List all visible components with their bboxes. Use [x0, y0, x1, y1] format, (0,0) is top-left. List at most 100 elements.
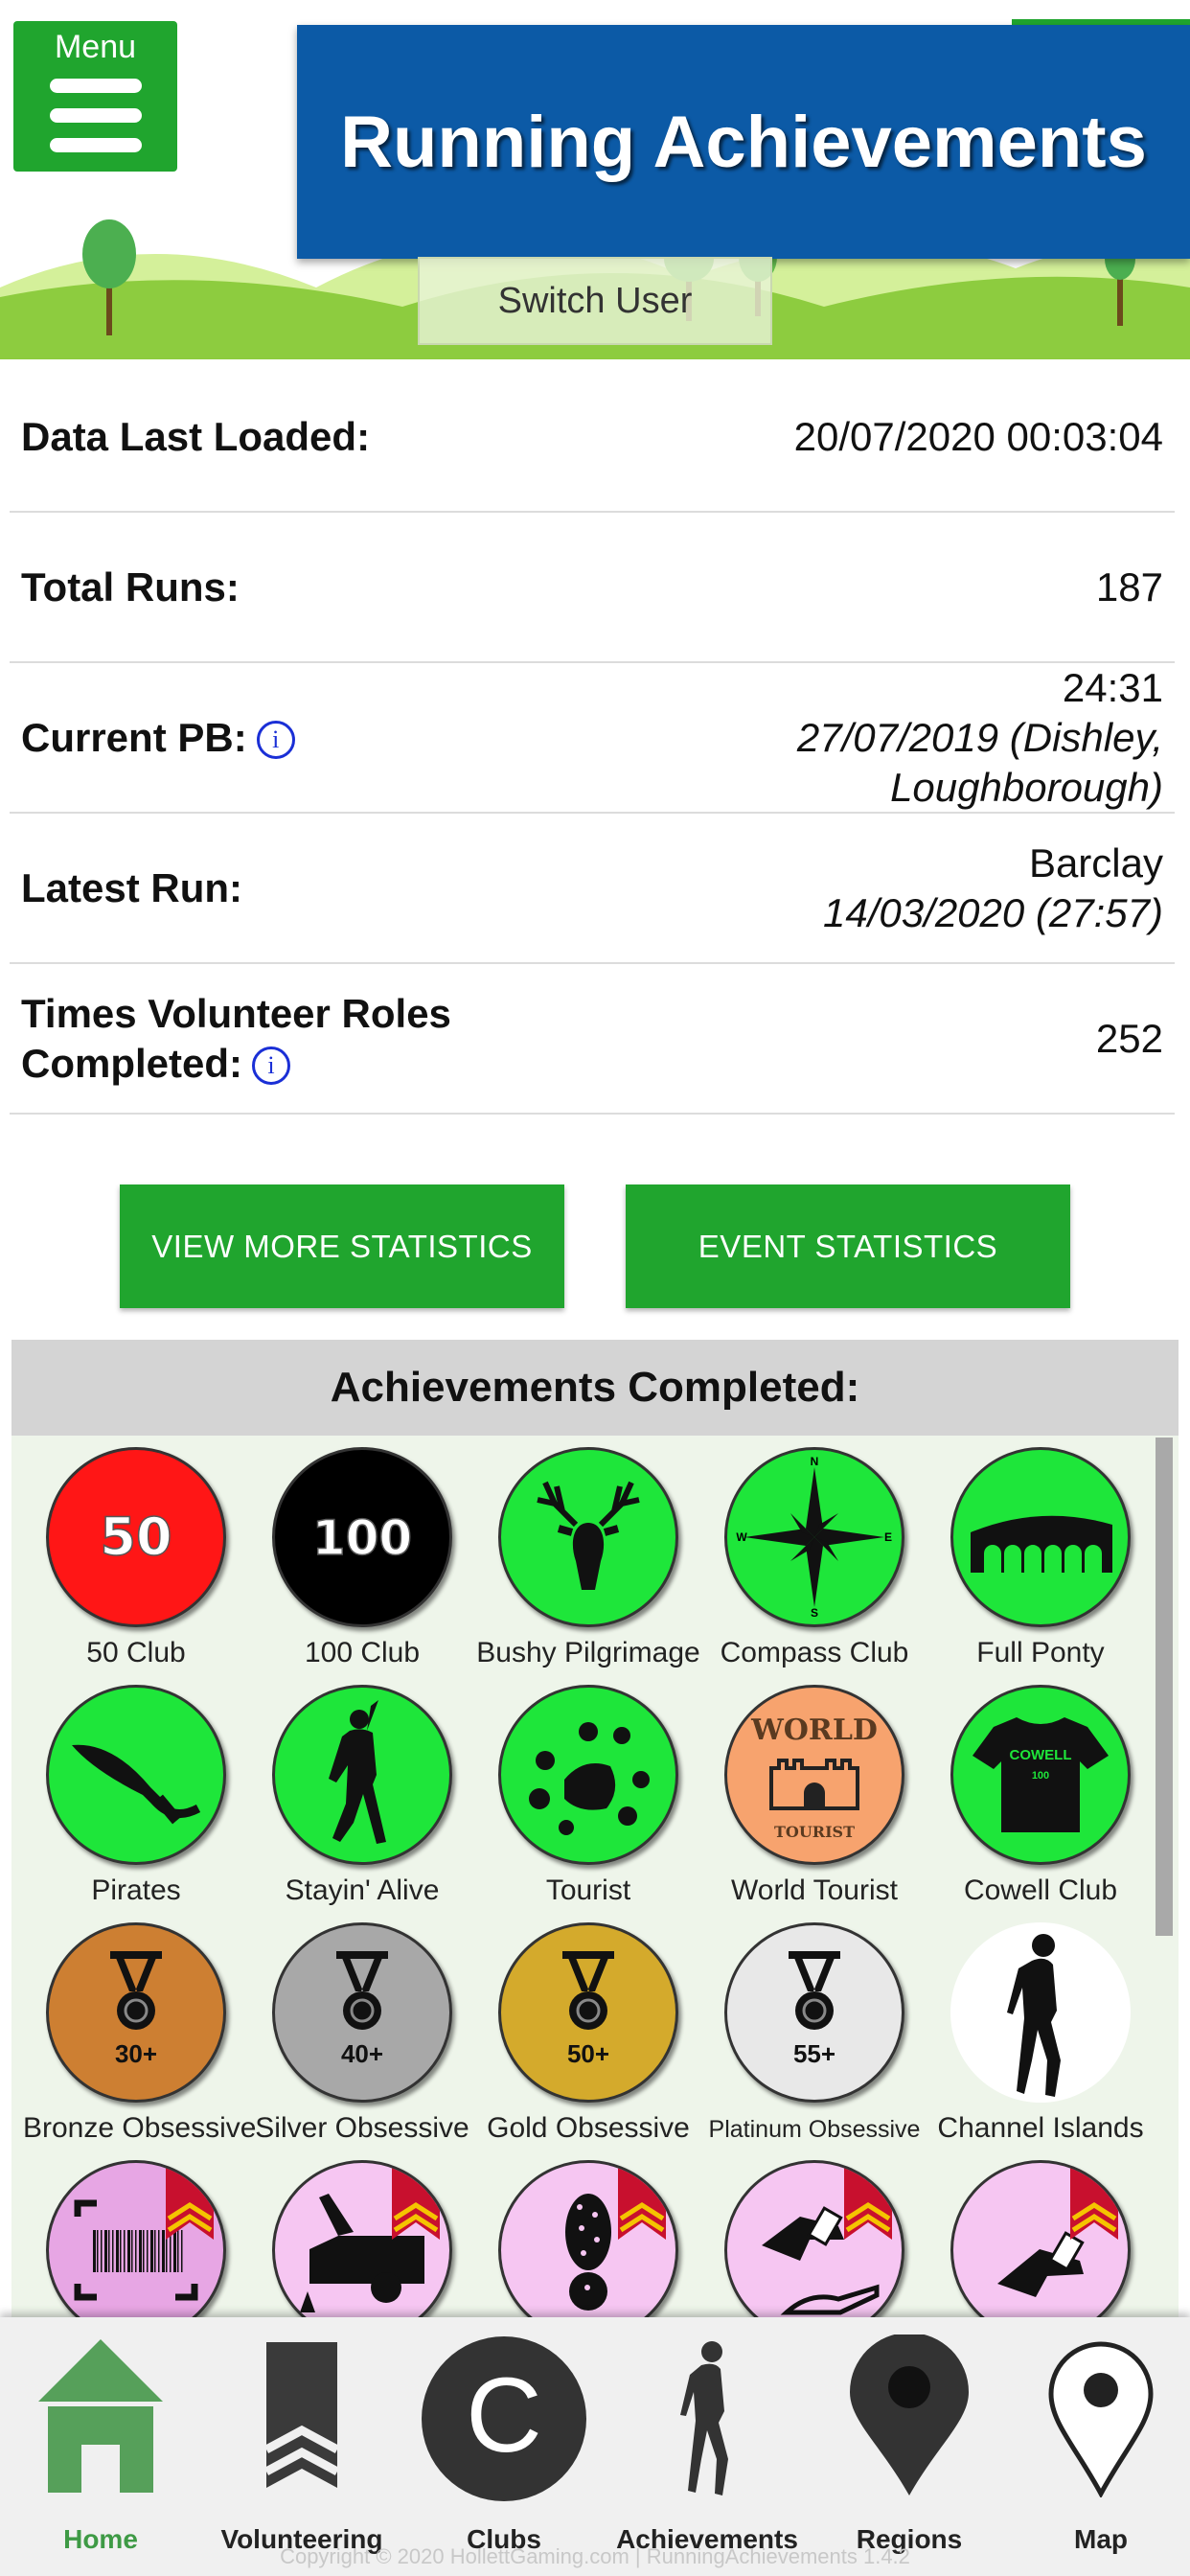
app-header: Menu Running Achievements Switch User [0, 0, 1190, 359]
latest-event: Barclay [1028, 840, 1163, 886]
achievement-name: Compass Club [720, 1637, 909, 1668]
home-icon [38, 2339, 163, 2493]
svg-text:100: 100 [1032, 1770, 1049, 1782]
achievement-item[interactable]: N E S W Compass Club [701, 1447, 927, 1669]
nav-clubs[interactable]: C Clubs [408, 2334, 600, 2554]
map-pin-outline-icon [1048, 2341, 1154, 2497]
nav-home[interactable]: Home [5, 2334, 196, 2554]
achievements-heading: Achievements Completed: [11, 1340, 1179, 1436]
stat-value: 24:31 27/07/2019 (Dishley, Loughborough) [797, 663, 1163, 813]
svg-text:COWELL: COWELL [1010, 1747, 1072, 1763]
stat-row-last-loaded: Data Last Loaded: 20/07/2020 00:03:04 [10, 362, 1175, 513]
achievement-item[interactable]: Channel Islands [927, 1922, 1154, 2145]
svg-text:50+: 50+ [567, 2039, 609, 2068]
footprint-icon [498, 2160, 678, 2317]
achievement-item[interactable]: 50 50 Club [23, 1447, 249, 1669]
achievement-item[interactable]: 30+ Bronze Obsessive [23, 1922, 257, 2145]
stat-label: Total Runs: [21, 564, 240, 610]
stat-value: 187 [1095, 564, 1163, 610]
achievement-name: Pirates [91, 1874, 181, 1906]
stat-label: Current PB: i [21, 713, 295, 763]
barcode-scanner-icon [46, 2160, 226, 2317]
event-statistics-button[interactable]: EVENT STATISTICS [626, 1184, 1070, 1308]
achievement-item[interactable] [927, 2160, 1154, 2317]
achievement-name: Bronze Obsessive [23, 2112, 257, 2144]
page-title: Running Achievements [340, 101, 1147, 183]
achievement-item[interactable]: WORLD TOURIST World Tourist [701, 1685, 927, 1907]
medal-icon: 40+ [272, 1922, 452, 2103]
cutlass-icon [46, 1685, 226, 1865]
hamburger-icon [50, 79, 142, 168]
chevron-bookmark-icon [263, 2342, 340, 2488]
switch-user-button[interactable]: Switch User [418, 257, 772, 345]
achievement-item[interactable]: Bushy Pilgrimage [475, 1447, 701, 1669]
achievement-item[interactable]: Pirates [23, 1685, 249, 1907]
cow-spots-icon [498, 1685, 678, 1865]
nav-volunteering[interactable]: Volunteering [206, 2334, 398, 2554]
svg-text:N: N [811, 1456, 819, 1468]
achievement-item[interactable]: 100 100 Club [249, 1447, 475, 1669]
pb-detail: 27/07/2019 (Dishley, [796, 714, 1163, 760]
nav-regions[interactable]: Regions [813, 2334, 1005, 2554]
bottom-nav: Home Volunteering C Clubs Achievements R… [0, 2317, 1190, 2576]
svg-text:TOURIST: TOURIST [774, 1823, 855, 1841]
achievement-name: 100 Club [304, 1637, 421, 1668]
scrollbar[interactable] [1156, 1438, 1173, 1936]
info-icon[interactable]: i [256, 721, 295, 760]
stat-value: 252 [1095, 1015, 1163, 1061]
achievement-name: Platinum Obsessive [708, 2116, 921, 2143]
achievement-item[interactable]: Full Ponty [927, 1447, 1154, 1669]
runner-icon [680, 2341, 728, 2496]
nav-map[interactable]: Map [1005, 2334, 1190, 2554]
achievement-name: Tourist [545, 1874, 631, 1906]
achievement-item[interactable] [475, 2160, 701, 2317]
info-icon[interactable]: i [252, 1046, 290, 1086]
view-more-statistics-button[interactable]: VIEW MORE STATISTICS [120, 1184, 564, 1308]
100-icon: 100 [272, 1447, 452, 1627]
achievement-item[interactable] [249, 2160, 475, 2317]
map-pin-filled-icon [850, 2334, 969, 2496]
achievement-item[interactable]: 50+ Gold Obsessive [475, 1922, 701, 2145]
stag-icon [498, 1447, 678, 1627]
menu-button[interactable]: Menu [13, 21, 177, 172]
svg-text:E: E [884, 1530, 892, 1544]
svg-text:WORLD: WORLD [750, 1714, 878, 1747]
achievement-item[interactable]: Tourist [475, 1685, 701, 1907]
runner-icon [950, 1922, 1131, 2103]
svg-text:W: W [736, 1530, 747, 1544]
achievement-item[interactable]: 55+ Platinum Obsessive [701, 1922, 927, 2144]
achievement-item[interactable] [701, 2160, 927, 2317]
dancer-icon [272, 1685, 452, 1865]
achievement-name: 50 Club [86, 1637, 186, 1668]
achievement-name: Full Ponty [976, 1637, 1105, 1668]
title-banner: Running Achievements [297, 25, 1190, 259]
viaduct-icon [950, 1447, 1131, 1627]
svg-text:100: 100 [312, 1510, 412, 1566]
ribbon-icon [392, 2163, 440, 2240]
car-boot-icon [272, 2160, 452, 2317]
achievement-name: Bushy Pilgrimage [476, 1637, 700, 1668]
castle-icon: WORLD TOURIST [724, 1685, 904, 1865]
medal-icon: 55+ [724, 1922, 904, 2103]
svg-text:55+: 55+ [793, 2039, 835, 2068]
medal-icon: 50+ [498, 1922, 678, 2103]
achievement-item[interactable]: Stayin' Alive [249, 1685, 475, 1907]
achievement-item[interactable]: COWELL 100 Cowell Club [927, 1685, 1154, 1907]
achievement-item[interactable] [23, 2160, 249, 2317]
achievement-name: Gold Obsessive [487, 2112, 690, 2144]
achievement-name: Silver Obsessive [255, 2112, 469, 2144]
svg-text:50: 50 [100, 1506, 172, 1567]
menu-label: Menu [54, 29, 137, 65]
svg-text:40+: 40+ [341, 2039, 383, 2068]
pb-location: Loughborough) [890, 764, 1163, 810]
stats-list: Data Last Loaded: 20/07/2020 00:03:04 To… [10, 362, 1175, 1115]
latest-detail: 14/03/2020 (27:57) [823, 889, 1163, 935]
stat-value: Barclay 14/03/2020 (27:57) [823, 839, 1163, 938]
nav-achievements[interactable]: Achievements [611, 2334, 803, 2554]
achievement-item[interactable]: 40+ Silver Obsessive [249, 1922, 475, 2145]
stat-label: Latest Run: [21, 864, 242, 910]
stat-row-total-runs: Total Runs: 187 [10, 513, 1175, 663]
tshirt-icon: COWELL 100 [950, 1685, 1131, 1865]
ribbon-icon [1070, 2163, 1118, 2240]
handing-token-icon [724, 2160, 904, 2317]
